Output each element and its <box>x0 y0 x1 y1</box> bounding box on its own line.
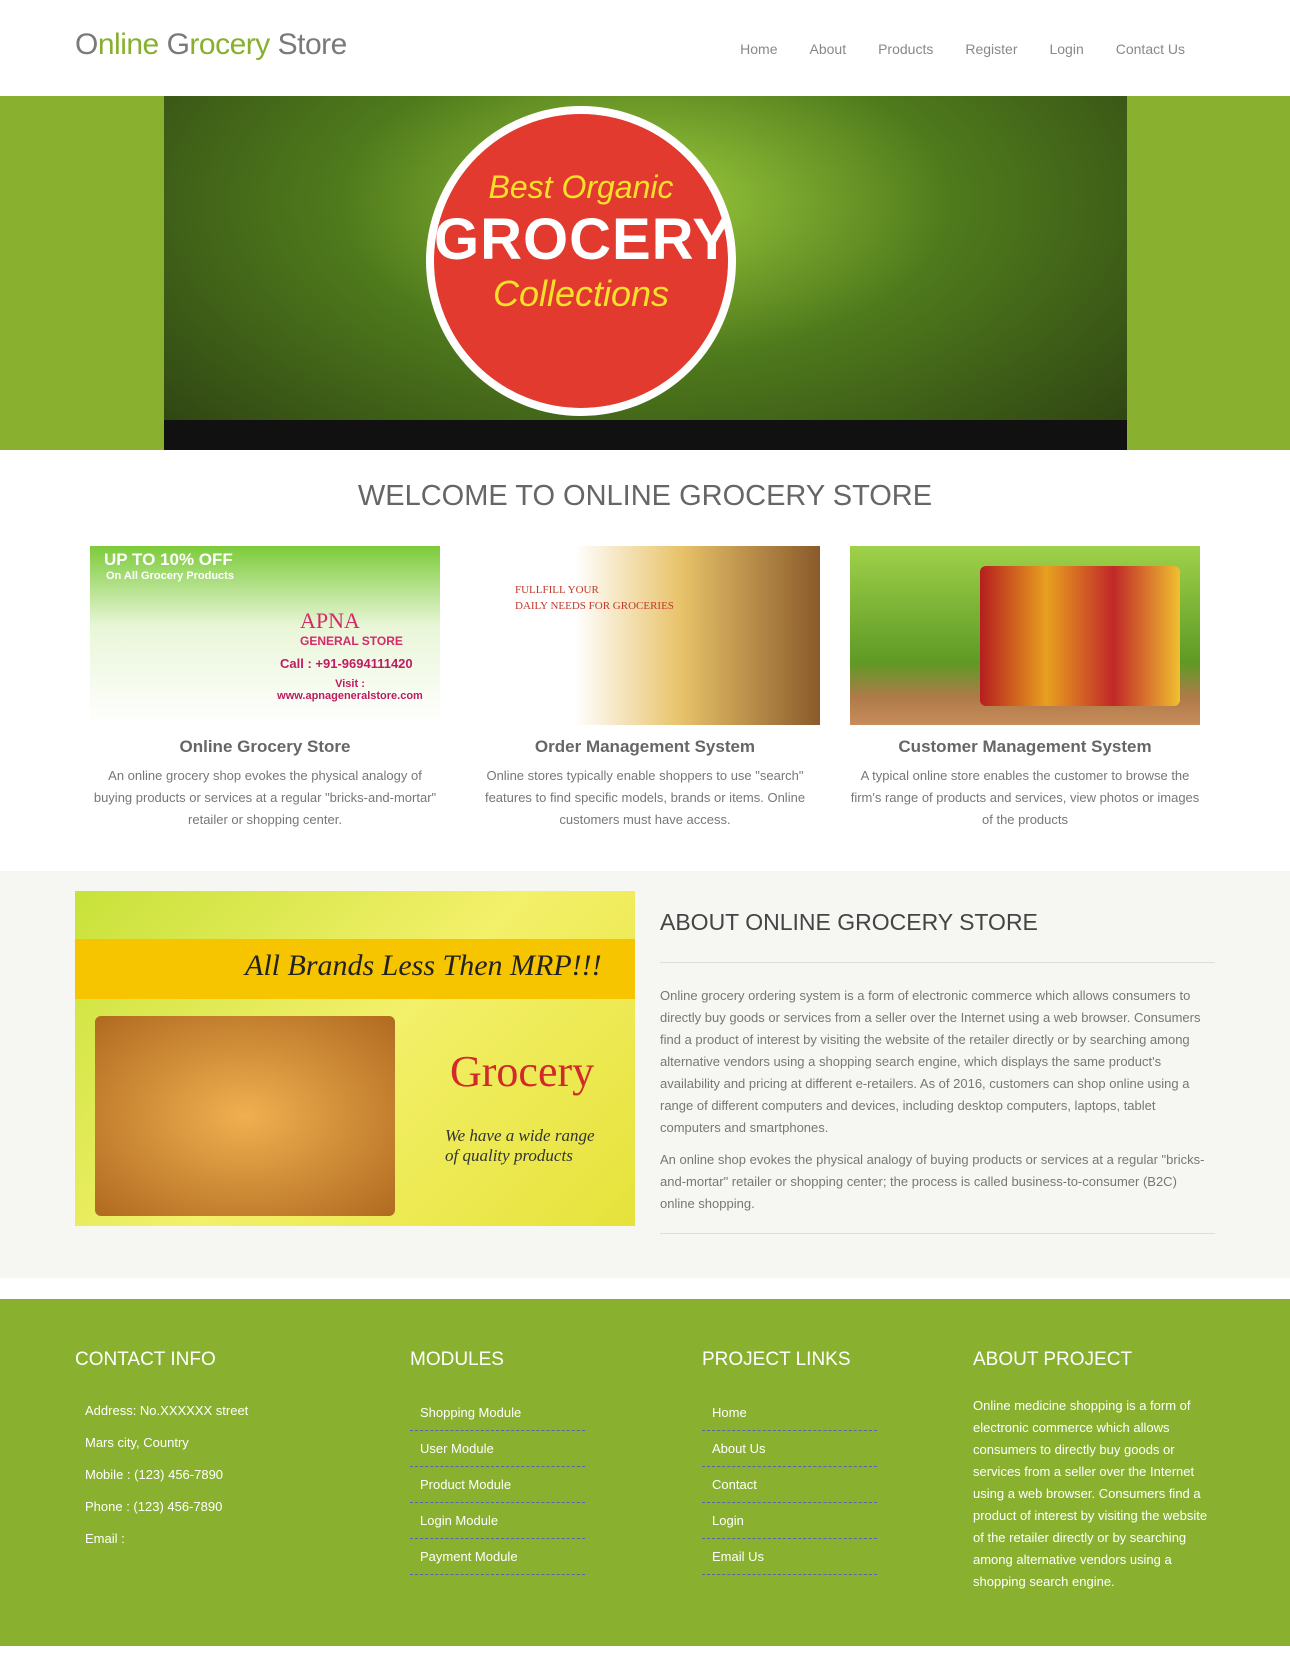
footer-link[interactable]: Payment Module <box>410 1539 585 1575</box>
footer-modules: MODULES Shopping Module User Module Prod… <box>410 1349 585 1575</box>
footer-contact: CONTACT INFO Address: No.XXXXXX street M… <box>75 1349 249 1546</box>
hero-banner: Best Organic GROCERY Collections <box>0 96 1290 450</box>
footer: CONTACT INFO Address: No.XXXXXX street M… <box>0 1299 1290 1646</box>
feature-card: FULLFILL YOUR DAILY NEEDS FOR GROCERIES … <box>470 546 820 831</box>
about-text: ABOUT ONLINE GROCERY STORE Online grocer… <box>660 909 1215 1256</box>
banner-badge: Best Organic GROCERY Collections <box>426 106 736 416</box>
card-image <box>850 546 1200 725</box>
main-nav: Home About Products Register Login Conta… <box>740 41 1185 57</box>
site-logo[interactable]: Online Grocery Store <box>75 28 347 62</box>
footer-link[interactable]: User Module <box>410 1431 585 1467</box>
card-image: UP TO 10% OFF On All Grocery Products AP… <box>90 546 440 725</box>
footer-link[interactable]: Shopping Module <box>410 1395 585 1431</box>
footer-link[interactable]: Login <box>702 1503 877 1539</box>
card-image: FULLFILL YOUR DAILY NEEDS FOR GROCERIES <box>470 546 820 725</box>
about-section: dastak All Brands Less Then MRP!!! Groce… <box>0 871 1290 1278</box>
about-image: dastak All Brands Less Then MRP!!! Groce… <box>75 891 635 1226</box>
footer-link[interactable]: Product Module <box>410 1467 585 1503</box>
footer-link[interactable]: Contact <box>702 1467 877 1503</box>
footer-link[interactable]: Login Module <box>410 1503 585 1539</box>
nav-contact[interactable]: Contact Us <box>1116 41 1185 57</box>
nav-register[interactable]: Register <box>965 41 1017 57</box>
footer-links: PROJECT LINKS Home About Us Contact Logi… <box>702 1349 877 1575</box>
footer-link[interactable]: About Us <box>702 1431 877 1467</box>
nav-products[interactable]: Products <box>878 41 933 57</box>
divider <box>660 962 1215 963</box>
nav-login[interactable]: Login <box>1049 41 1083 57</box>
feature-card: Customer Management System A typical onl… <box>850 546 1200 831</box>
welcome-heading: WELCOME TO ONLINE GROCERY STORE <box>357 480 933 512</box>
footer-about: ABOUT PROJECT Online medicine shopping i… <box>973 1349 1208 1589</box>
nav-about[interactable]: About <box>810 41 847 57</box>
feature-cards: UP TO 10% OFF On All Grocery Products AP… <box>90 546 1200 831</box>
header: Online Grocery Store Home About Products… <box>0 0 1290 96</box>
nav-home[interactable]: Home <box>740 41 777 57</box>
banner-image: Best Organic GROCERY Collections <box>164 96 1127 450</box>
divider <box>660 1233 1215 1234</box>
feature-card: UP TO 10% OFF On All Grocery Products AP… <box>90 546 440 831</box>
footer-link[interactable]: Email Us <box>702 1539 877 1575</box>
footer-link[interactable]: Home <box>702 1395 877 1431</box>
banner-shelf <box>164 420 1127 450</box>
